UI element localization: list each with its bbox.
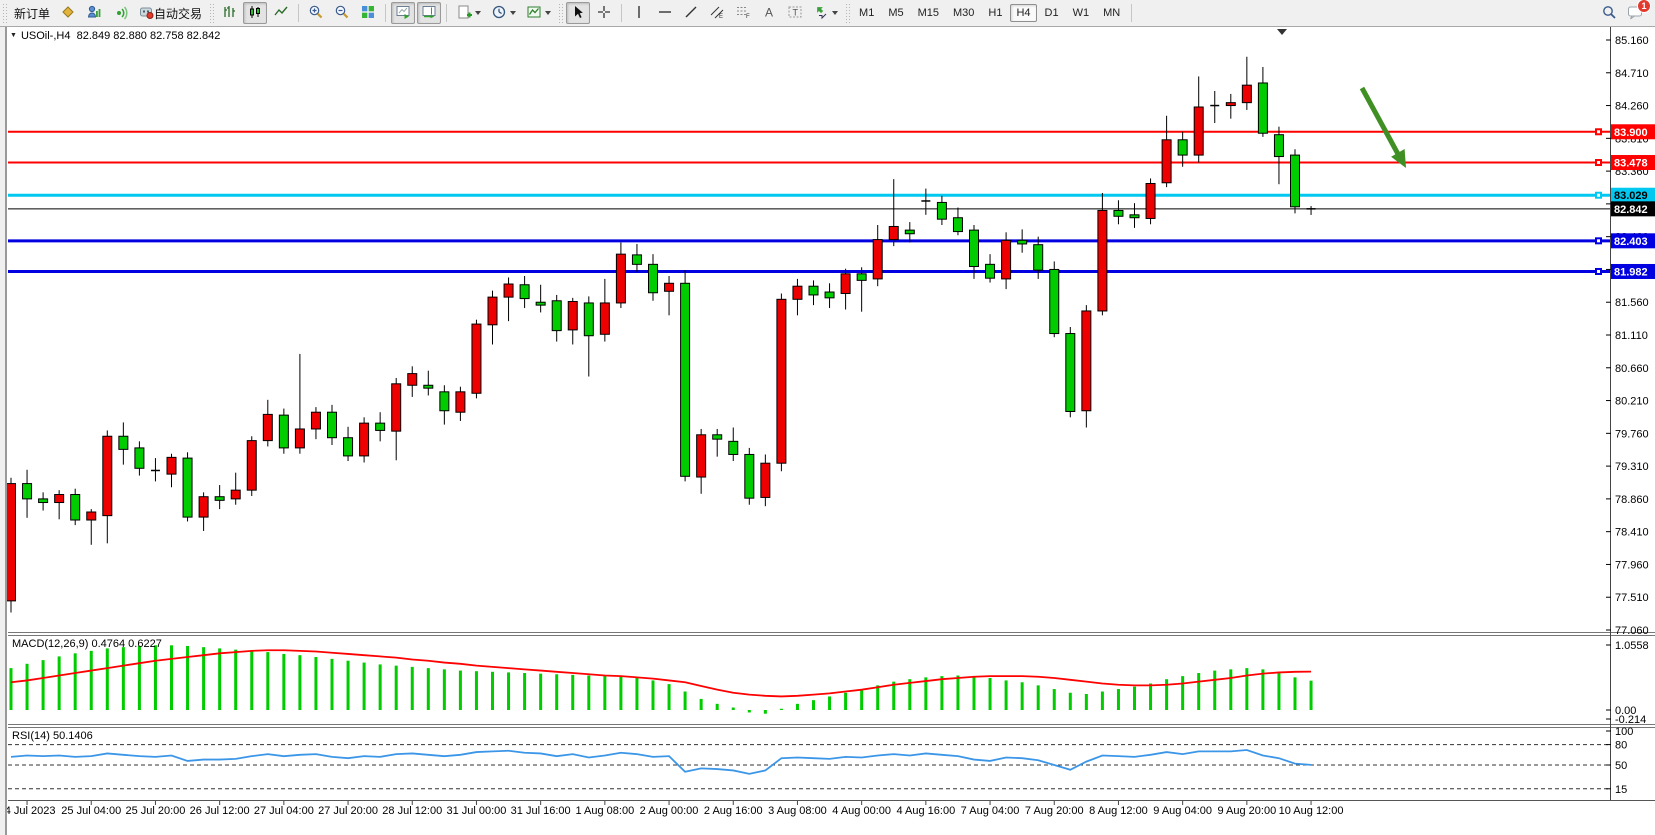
- vertical-line-icon: [631, 4, 647, 23]
- line-chart-mode-button[interactable]: [269, 2, 293, 24]
- chevron-down-icon: [545, 11, 551, 15]
- tf-mn-button[interactable]: MN: [1097, 4, 1126, 22]
- chevron-down-icon[interactable]: ▼: [10, 32, 17, 39]
- chart-symbol-period: USOil-,H4: [21, 30, 71, 42]
- trendline-icon: [683, 4, 699, 23]
- toolbar-separator: [1131, 4, 1132, 22]
- tf-m15-button[interactable]: M15: [912, 4, 945, 22]
- tf-h1-button[interactable]: H1: [982, 4, 1008, 22]
- channel-tool-button[interactable]: E: [705, 2, 729, 24]
- zoom-out-icon: [334, 4, 350, 23]
- profile-icon: [60, 4, 76, 23]
- trendline-tool-button[interactable]: [679, 2, 703, 24]
- text-label-icon: T: [787, 4, 803, 23]
- auto-scroll-icon: [395, 4, 411, 23]
- mt4-window: { "toolbar": { "new_order_label": "新订单",…: [0, 0, 1655, 835]
- label-tool-button[interactable]: T: [783, 2, 807, 24]
- toolbar-right-group: 1: [1596, 2, 1649, 24]
- svg-text:T: T: [793, 7, 799, 17]
- toolbar-separator: [446, 4, 447, 22]
- new-order-label: 新订单: [14, 5, 50, 22]
- candle-chart-mode-button[interactable]: [243, 2, 267, 24]
- tf-m5-button[interactable]: M5: [882, 4, 909, 22]
- notifications-button[interactable]: 1: [1623, 2, 1648, 24]
- tf-w1-button[interactable]: W1: [1067, 4, 1096, 22]
- window-left-edge: [0, 26, 7, 835]
- chevron-down-icon: [832, 11, 838, 15]
- auto-scroll-button[interactable]: [391, 2, 415, 24]
- chart-shift-button[interactable]: [417, 2, 441, 24]
- robot-icon: [138, 4, 154, 23]
- clock-icon: [491, 4, 507, 23]
- toolbar-grip[interactable]: [209, 3, 214, 23]
- fibonacci-icon: F: [735, 4, 751, 23]
- period-button[interactable]: [487, 2, 520, 24]
- zoom-out-button[interactable]: [330, 2, 354, 24]
- vline-tool-button[interactable]: [627, 2, 651, 24]
- market-watch-button[interactable]: [82, 2, 106, 24]
- svg-text:E: E: [719, 14, 723, 20]
- new-chart-button[interactable]: [452, 2, 485, 24]
- zoom-in-icon: [308, 4, 324, 23]
- line-chart-icon: [273, 4, 289, 23]
- fibonacci-tool-button[interactable]: F: [731, 2, 755, 24]
- text-tool-button[interactable]: A: [757, 2, 781, 24]
- cursor-tool-button[interactable]: [566, 2, 590, 24]
- toolbar-grip[interactable]: [558, 3, 563, 23]
- chevron-down-icon: [510, 11, 516, 15]
- equidistant-channel-icon: E: [709, 4, 725, 23]
- hline-tool-button[interactable]: [653, 2, 677, 24]
- crosshair-tool-button[interactable]: [592, 2, 616, 24]
- tf-m1-button[interactable]: M1: [853, 4, 880, 22]
- macd-indicator-label: MACD(12,26,9) 0.4764 0.6227: [12, 638, 162, 650]
- auto-trading-label: 自动交易: [154, 5, 202, 22]
- bar-chart-icon: [221, 4, 237, 23]
- rsi-indicator-label: RSI(14) 50.1406: [12, 730, 93, 742]
- person-chart-icon: [86, 4, 102, 23]
- search-icon: [1601, 4, 1617, 23]
- tf-h4-button[interactable]: H4: [1010, 4, 1036, 22]
- search-button[interactable]: [1597, 2, 1621, 24]
- chart-window[interactable]: [0, 26, 1655, 835]
- candlestick-chart-icon: [247, 4, 263, 23]
- auto-trading-button[interactable]: 自动交易: [134, 2, 206, 24]
- tile-windows-icon: [360, 4, 376, 23]
- arrows-tool-button[interactable]: [809, 2, 842, 24]
- horizontal-line-icon: [657, 4, 673, 23]
- crosshair-icon: [596, 4, 612, 23]
- text-icon: A: [761, 4, 777, 23]
- svg-text:A: A: [765, 5, 773, 19]
- cursor-icon: [570, 4, 586, 23]
- toolbar-grip[interactable]: [2, 3, 7, 23]
- tile-windows-button[interactable]: [356, 2, 380, 24]
- new-chart-icon: [456, 4, 472, 23]
- tf-m30-button[interactable]: M30: [947, 4, 980, 22]
- chart-title: ▼ USOil-,H4 82.849 82.880 82.758 82.842: [10, 30, 220, 42]
- profile-button[interactable]: [56, 2, 80, 24]
- toolbar-separator: [621, 4, 622, 22]
- chevron-down-icon: [475, 11, 481, 15]
- tf-d1-button[interactable]: D1: [1039, 4, 1065, 22]
- chart-shift-icon: [421, 4, 437, 23]
- toolbar-separator: [385, 4, 386, 22]
- toolbar-grip[interactable]: [845, 3, 850, 23]
- svg-text:F: F: [746, 14, 750, 20]
- timeframe-toolbar: M1M5M15M30H1H4D1W1MN: [852, 4, 1127, 22]
- signal-icon: [112, 4, 128, 23]
- arrow-objects-icon: [813, 4, 829, 23]
- indicators-icon: [526, 4, 542, 23]
- notification-badge: 1: [1637, 0, 1651, 13]
- signal-button[interactable]: [108, 2, 132, 24]
- toolbar-separator: [298, 4, 299, 22]
- bar-chart-mode-button[interactable]: [217, 2, 241, 24]
- chart-ohlc-values: 82.849 82.880 82.758 82.842: [77, 30, 221, 42]
- zoom-in-button[interactable]: [304, 2, 328, 24]
- indicators-button[interactable]: [522, 2, 555, 24]
- main-toolbar: 新订单 自动交易 E: [0, 0, 1655, 27]
- new-order-button[interactable]: 新订单: [10, 2, 54, 24]
